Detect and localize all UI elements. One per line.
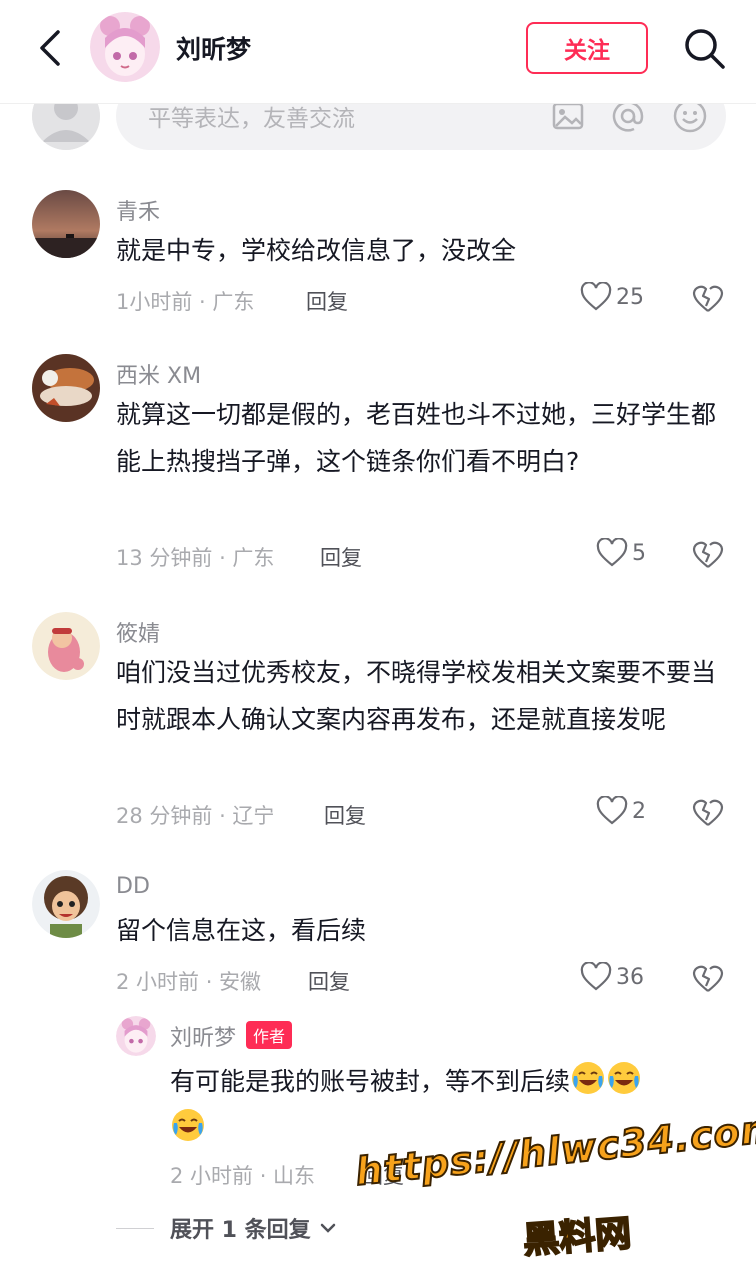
comment-input-placeholder: 平等表达，友善交流 [148,106,355,132]
like-count: 5 [632,540,646,566]
comment-username[interactable]: DD [116,874,150,899]
reply-username[interactable]: 刘昕梦 [170,1026,236,1051]
reply-text: 有可能是我的账号被封，等不到后续 [170,1067,571,1096]
laugh-cry-emoji-icon [608,1062,641,1094]
laugh-cry-emoji-icon [572,1062,605,1094]
heart-icon [596,796,628,825]
comment-text: 留个信息在这，看后续 [116,916,367,945]
back-button[interactable] [30,28,70,68]
header-username[interactable]: 刘昕梦 [176,30,251,66]
heart-icon [596,538,628,567]
reply-button[interactable]: 回复 [324,800,366,830]
watermark-name: 黑料网 [521,1212,634,1262]
comment-meta: 28 分钟前 · 辽宁 [116,804,275,828]
comment-text: 就是中专，学校给改信息了，没改全 [116,236,517,265]
avatar[interactable] [32,354,100,422]
like-button[interactable]: 25 [580,282,644,312]
reply-meta: 2 小时前 · 山东 [170,1164,316,1188]
dislike-icon[interactable] [692,962,724,994]
dislike-icon[interactable] [692,282,724,314]
expand-divider [116,1227,154,1229]
search-icon [685,29,725,69]
dislike-icon[interactable] [692,538,724,570]
comment-text: 就算这一切都是假的，老百姓也斗不过她，三好学生都能上热搜挡子弹，这个链条你们看不… [116,400,717,476]
comment-username[interactable]: 青禾 [116,194,160,226]
like-count: 25 [616,284,644,310]
reply-text-block: 有可能是我的账号被封，等不到后续 [170,1058,726,1152]
like-button[interactable]: 36 [580,962,644,992]
search-button[interactable] [682,26,728,72]
laugh-cry-emoji-icon [172,1109,204,1141]
like-button[interactable]: 2 [596,796,646,826]
comment-username[interactable]: 西米 XM [116,358,201,390]
follow-button[interactable]: 关注 [526,22,648,74]
like-button[interactable]: 5 [596,538,646,568]
reply-header: 刘昕梦 作者 [170,1020,293,1052]
avatar[interactable] [32,612,100,680]
like-count: 36 [616,964,644,990]
expand-replies-button[interactable]: 展开 1 条回复 [116,1212,339,1244]
heart-icon [580,282,612,311]
author-badge: 作者 [246,1021,293,1049]
like-count: 2 [632,798,646,824]
reply-button[interactable]: 回复 [320,542,362,572]
expand-replies-label: 展开 1 条回复 [170,1218,311,1243]
avatar[interactable] [116,1016,156,1056]
comment-meta: 2 小时前 · 安徽 [116,970,262,994]
reply-button[interactable]: 回复 [362,1160,404,1190]
header-avatar[interactable] [90,12,160,82]
dislike-icon[interactable] [692,796,724,828]
comment-meta: 1小时前 · 广东 [116,290,255,314]
avatar[interactable] [32,870,100,938]
chevron-down-icon [320,1223,335,1233]
reply-button[interactable]: 回复 [308,966,350,996]
heart-icon [580,962,612,991]
avatar[interactable] [32,190,100,258]
comment-text: 咱们没当过优秀校友，不晓得学校发相关文案要不要当时就跟本人确认文案内容再发布，还… [116,658,717,734]
top-bar: 刘昕梦 关注 [0,0,756,104]
chevron-left-icon [40,30,60,66]
reply-button[interactable]: 回复 [306,286,348,316]
watermark: https://hlwc34.com 黑料网 [352,1105,756,1270]
comment-username[interactable]: 筱婧 [116,616,160,648]
comment-meta: 13 分钟前 · 广东 [116,546,275,570]
